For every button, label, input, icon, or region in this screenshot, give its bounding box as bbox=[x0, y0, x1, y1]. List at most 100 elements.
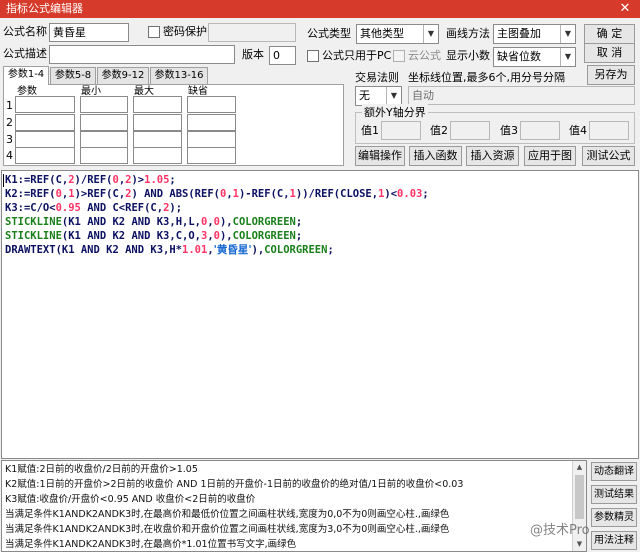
param-min-input[interactable] bbox=[80, 147, 128, 164]
code-token: )-REF(C, bbox=[238, 188, 290, 200]
formula-description-area[interactable]: K1赋值:2日前的收盘价/2日前的开盘价>1.05 K2赋值:1日前的开盘价>2… bbox=[1, 460, 587, 552]
edit-ops-button[interactable]: 编辑操作 bbox=[355, 146, 405, 166]
code-line: K2:=REF(0,1)>REF(C,2) AND ABS(REF(0,1)-R… bbox=[5, 187, 429, 201]
y-axis-value-4-input[interactable] bbox=[589, 121, 629, 140]
ok-button[interactable]: 确 定 bbox=[584, 24, 635, 44]
apply-to-chart-button[interactable]: 应用于图 bbox=[524, 146, 576, 166]
param-default-input[interactable] bbox=[187, 147, 236, 164]
tab-params-1-4[interactable]: 参数1-4 bbox=[3, 66, 49, 85]
insert-resource-button[interactable]: 插入资源 bbox=[466, 146, 519, 166]
y-axis-value-2-label: 值2 bbox=[430, 124, 448, 137]
code-line: STICKLINE(K1 AND K2 AND K3,C,O,3,0),COLO… bbox=[5, 229, 302, 243]
code-token: )< bbox=[384, 188, 398, 200]
code-token: STICKLINE bbox=[5, 230, 62, 242]
param-row-number: 4 bbox=[6, 149, 13, 162]
chevron-down-icon: ▼ bbox=[560, 48, 575, 66]
param-name-input[interactable] bbox=[15, 147, 75, 164]
param-name-input[interactable] bbox=[15, 131, 75, 148]
param-min-input[interactable] bbox=[80, 114, 128, 131]
test-results-button[interactable]: 测试结果 bbox=[591, 485, 637, 504]
code-token: ; bbox=[295, 216, 303, 228]
param-row-number: 2 bbox=[6, 116, 13, 129]
param-name-input[interactable] bbox=[15, 96, 75, 113]
draw-method-value: 主图叠加 bbox=[497, 27, 541, 40]
scrollbar-thumb[interactable] bbox=[575, 475, 584, 519]
test-formula-button[interactable]: 测试公式 bbox=[582, 146, 635, 166]
code-token: )>REF(C, bbox=[74, 188, 126, 200]
code-token: ), bbox=[251, 244, 265, 256]
formula-type-select[interactable]: 其他类型 ▼ bbox=[356, 24, 439, 44]
version-label: 版本 bbox=[242, 48, 264, 61]
param-name-input[interactable] bbox=[15, 114, 75, 131]
usage-notes-button[interactable]: 用法注释 bbox=[591, 531, 637, 550]
code-line: DRAWTEXT(K1 AND K2 AND K3,H*1.01,'黄昏星'),… bbox=[5, 243, 334, 257]
y-axis-value-1-input[interactable] bbox=[381, 121, 421, 140]
code-token: K1:=REF(C, bbox=[5, 174, 69, 186]
param-max-input[interactable] bbox=[133, 114, 182, 131]
password-input[interactable] bbox=[208, 23, 296, 42]
param-max-input[interactable] bbox=[133, 96, 182, 113]
text-cursor bbox=[3, 174, 4, 187]
code-token: AND C<REF(C, bbox=[80, 202, 164, 214]
insert-function-button[interactable]: 插入函数 bbox=[409, 146, 462, 166]
pc-only-checkbox[interactable] bbox=[307, 50, 319, 62]
param-min-input[interactable] bbox=[80, 131, 128, 148]
pc-only-label: 公式只用于PC bbox=[322, 49, 392, 62]
description-line: K1赋值:2日前的收盘价/2日前的开盘价>1.05 bbox=[5, 464, 198, 475]
formula-desc-input[interactable] bbox=[49, 45, 235, 64]
coord-lines-input[interactable]: 自动 bbox=[408, 86, 635, 105]
coord-lines-label: 坐标线位置,最多6个,用分号分隔 bbox=[408, 71, 565, 84]
code-token: (K1 AND K2 AND K3,C,O, bbox=[61, 230, 201, 242]
param-default-input[interactable] bbox=[187, 96, 236, 113]
code-token: )> bbox=[131, 174, 145, 186]
y-axis-value-3-label: 值3 bbox=[500, 124, 518, 137]
y-axis-value-2-input[interactable] bbox=[450, 121, 490, 140]
password-protect-label: 密码保护 bbox=[163, 25, 207, 38]
version-input[interactable]: 0 bbox=[269, 46, 296, 65]
code-line: STICKLINE(K1 AND K2 AND K3,H,L,0,0),COLO… bbox=[5, 215, 302, 229]
scroll-down-icon[interactable]: ▼ bbox=[573, 538, 586, 551]
description-line: K3赋值:收盘价/开盘价<0.95 AND 收盘价<2日前的收盘价 bbox=[5, 494, 256, 505]
code-token: ), bbox=[219, 230, 233, 242]
param-max-input[interactable] bbox=[133, 131, 182, 148]
cancel-button[interactable]: 取 消 bbox=[584, 43, 635, 63]
code-token: )/REF( bbox=[74, 174, 113, 186]
code-token: ) AND ABS(REF( bbox=[131, 188, 220, 200]
code-token: COLORGREEN bbox=[232, 230, 296, 242]
code-token: ))/REF(CLOSE, bbox=[295, 188, 379, 200]
password-protect-checkbox[interactable] bbox=[148, 26, 160, 38]
code-token: ); bbox=[169, 202, 183, 214]
param-default-input[interactable] bbox=[187, 131, 236, 148]
code-token: ), bbox=[219, 216, 233, 228]
y-axis-value-3-input[interactable] bbox=[520, 121, 560, 140]
param-default-input[interactable] bbox=[187, 114, 236, 131]
draw-method-select[interactable]: 主图叠加 ▼ bbox=[493, 24, 576, 44]
formula-name-input[interactable]: 黄昏星 bbox=[49, 23, 129, 42]
param-row-number: 1 bbox=[6, 99, 13, 112]
description-line: 当满足条件K1ANDK2ANDK3时,在收盘价和开盘价位置之间画柱状线,宽度为3… bbox=[5, 524, 450, 535]
param-min-input[interactable] bbox=[80, 96, 128, 113]
window-title-bar[interactable]: 指标公式编辑器 ✕ bbox=[0, 0, 640, 18]
description-line: K2赋值:1日前的开盘价>2日前的收盘价 AND 1日前的开盘价-1日前的收盘价… bbox=[5, 479, 464, 490]
chevron-down-icon: ▼ bbox=[423, 25, 438, 43]
chevron-down-icon: ▼ bbox=[560, 25, 575, 43]
save-as-button[interactable]: 另存为 bbox=[587, 65, 635, 85]
draw-method-label: 画线方法 bbox=[446, 27, 490, 40]
param-wizard-button[interactable]: 参数精灵 bbox=[591, 508, 637, 527]
formula-code-editor[interactable]: K1:=REF(C,2)/REF(0,2)>1.05; K2:=REF(0,1)… bbox=[1, 170, 639, 459]
window-title: 指标公式编辑器 bbox=[6, 2, 83, 15]
dynamic-translate-button[interactable]: 动态翻译 bbox=[591, 462, 637, 481]
scroll-up-icon[interactable]: ▲ bbox=[573, 461, 586, 474]
decimals-select[interactable]: 缺省位数 ▼ bbox=[493, 47, 576, 67]
code-token: 1.05 bbox=[144, 174, 170, 186]
trade-rule-value: 无 bbox=[359, 89, 370, 102]
cloud-formula-checkbox[interactable] bbox=[393, 50, 405, 62]
y-axis-value-4-label: 值4 bbox=[569, 124, 587, 137]
formula-type-label: 公式类型 bbox=[307, 27, 351, 40]
code-token: ; bbox=[327, 244, 334, 256]
code-token: 1.01 bbox=[182, 244, 208, 256]
param-max-input[interactable] bbox=[133, 147, 182, 164]
trade-rule-select[interactable]: 无 ▼ bbox=[355, 86, 402, 106]
close-icon[interactable]: ✕ bbox=[616, 0, 634, 18]
description-line: 当满足条件K1ANDK2ANDK3时,在最高价*1.01位置书写文字,画绿色 bbox=[5, 539, 297, 550]
